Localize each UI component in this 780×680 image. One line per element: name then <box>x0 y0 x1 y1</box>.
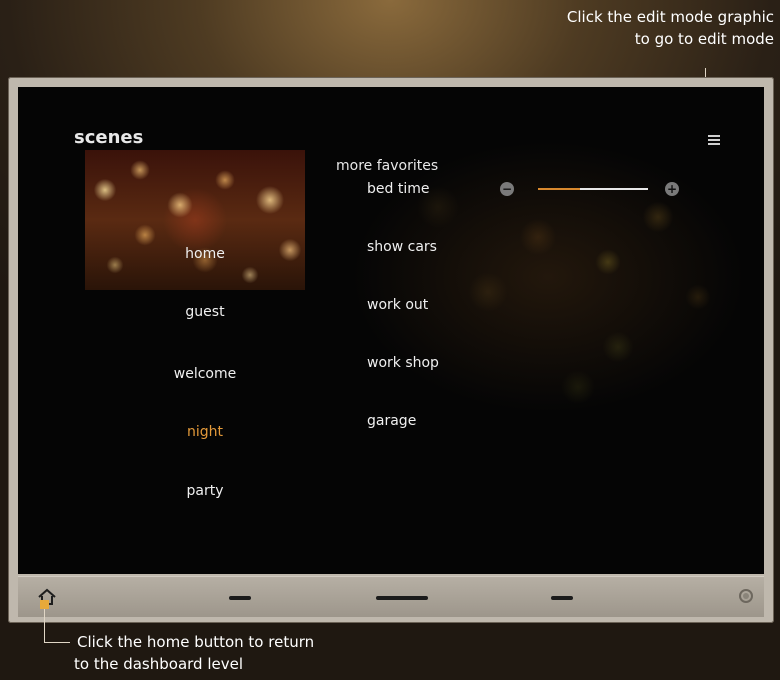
home-annotation-line1: Click the home button to return <box>77 633 315 651</box>
favorite-item-show-cars[interactable]: show cars <box>367 239 437 255</box>
scene-item-welcome[interactable]: welcome <box>135 366 275 382</box>
favorite-item-garage[interactable]: garage <box>367 413 416 429</box>
hamburger-menu-icon[interactable] <box>708 135 720 147</box>
page-title: scenes <box>74 127 144 148</box>
scenes-screen: scenes home guest welcome night party mo… <box>18 87 764 574</box>
scene-item-party[interactable]: party <box>135 483 275 499</box>
scene-item-guest[interactable]: guest <box>135 304 275 320</box>
favorite-item-work-shop[interactable]: work shop <box>367 355 439 371</box>
dimmer-slider-fill <box>538 188 580 190</box>
touchscreen-device: scenes home guest welcome night party mo… <box>8 77 774 623</box>
favorite-item-bed-time[interactable]: bed time <box>367 181 429 197</box>
scene-item-night[interactable]: night <box>135 424 275 440</box>
dimmer-decrease-button[interactable]: − <box>500 182 514 196</box>
favorite-item-work-out[interactable]: work out <box>367 297 428 313</box>
power-icon[interactable] <box>739 589 753 603</box>
home-annotation: Click the home button to return to the d… <box>74 631 315 675</box>
edit-mode-annotation: Click the edit mode graphic to go to edi… <box>567 6 774 50</box>
home-annotation-line2: to the dashboard level <box>74 655 243 673</box>
home-callout-marker <box>40 600 49 609</box>
scene-photo <box>85 150 305 290</box>
scene-item-home[interactable]: home <box>135 246 275 262</box>
home-callout-line <box>44 606 45 642</box>
edit-mode-annotation-line1: Click the edit mode graphic <box>566 8 774 26</box>
home-callout-line-horizontal <box>44 642 70 643</box>
bar-indicator-left[interactable] <box>229 596 251 600</box>
dimmer-increase-button[interactable]: + <box>665 182 679 196</box>
favorites-header: more favorites <box>336 158 439 174</box>
edit-mode-annotation-line2: to go to edit mode <box>634 30 774 48</box>
bar-indicator-right[interactable] <box>551 596 573 600</box>
bottom-bar <box>18 576 764 617</box>
bar-indicator-center[interactable] <box>376 596 428 600</box>
dimmer-slider[interactable] <box>538 188 648 190</box>
